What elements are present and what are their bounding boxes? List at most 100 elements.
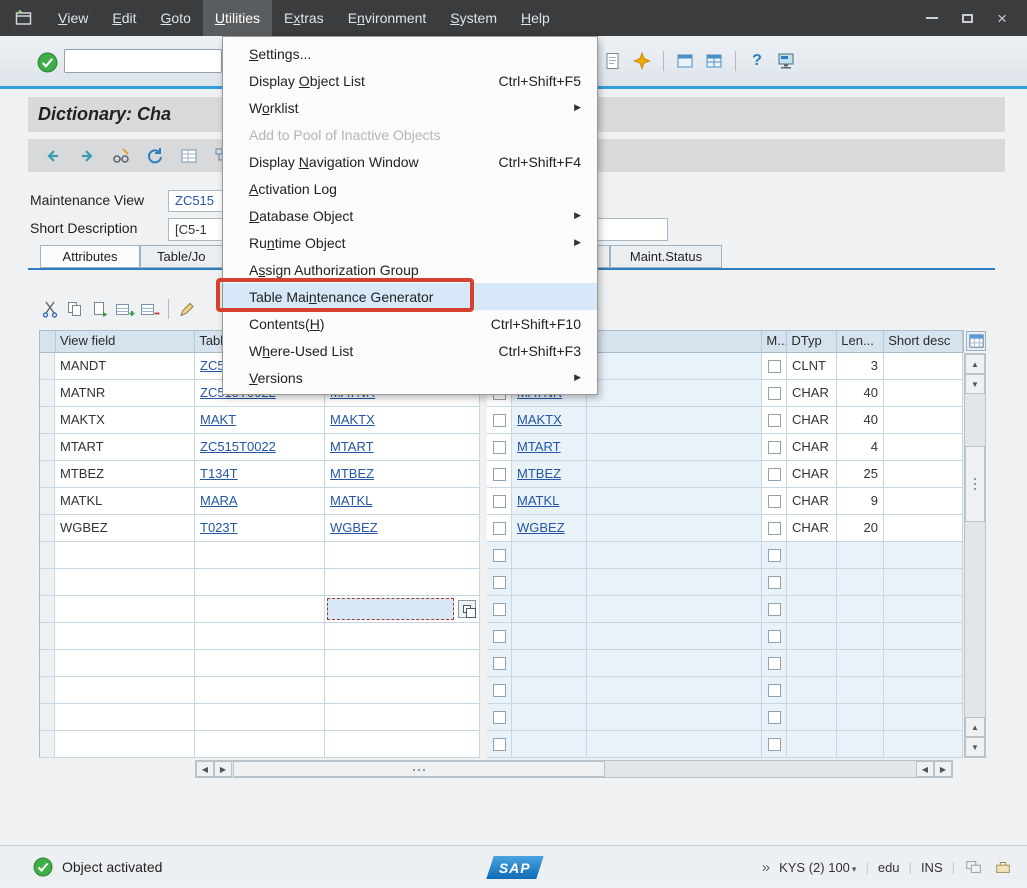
cell-table[interactable] xyxy=(195,596,325,623)
checkbox[interactable] xyxy=(767,440,781,454)
cell-key-checkbox[interactable] xyxy=(487,677,512,704)
cell-view-field[interactable] xyxy=(55,704,195,731)
delete-row-icon[interactable] xyxy=(140,299,160,319)
cell-dtyp[interactable] xyxy=(787,623,837,650)
cell-key-checkbox[interactable] xyxy=(487,650,512,677)
cell-dtyp[interactable]: CHAR xyxy=(787,434,837,461)
maximize-button[interactable] xyxy=(962,13,974,23)
cell-short-desc[interactable] xyxy=(884,542,963,569)
page-icon[interactable] xyxy=(602,50,624,72)
cell-len[interactable] xyxy=(837,569,884,596)
cell-short-desc[interactable] xyxy=(884,407,963,434)
cell-key-checkbox[interactable] xyxy=(487,434,512,461)
cell-m-checkbox[interactable] xyxy=(762,461,787,488)
table-settings-icon[interactable] xyxy=(966,331,986,351)
display-change-icon[interactable] xyxy=(110,145,132,167)
minimize-button[interactable] xyxy=(926,17,939,19)
copy-icon[interactable] xyxy=(65,299,85,319)
cell-table[interactable] xyxy=(195,542,325,569)
cell-field2[interactable]: MTBEZ xyxy=(512,461,587,488)
row-selector[interactable] xyxy=(39,407,55,434)
menu-item-versions[interactable]: Versions ▶ xyxy=(223,364,597,391)
menubar-item-help[interactable]: Help xyxy=(509,0,562,36)
row-selector[interactable] xyxy=(39,515,55,542)
cell-dtyp[interactable] xyxy=(787,569,837,596)
generate-shortcut-icon[interactable] xyxy=(631,50,653,72)
cell-table[interactable]: ZC515T0022 xyxy=(195,434,325,461)
menu-item-display-object-list[interactable]: Display Object List Ctrl+Shift+F5 xyxy=(223,67,597,94)
cell-m-checkbox[interactable] xyxy=(762,569,787,596)
row-selector[interactable] xyxy=(39,461,55,488)
menu-item-where-used-list[interactable]: Where-Used List Ctrl+Shift+F3 xyxy=(223,337,597,364)
checkbox[interactable] xyxy=(492,467,506,481)
table-link[interactable]: WGBEZ xyxy=(517,520,565,535)
menu-item-display-navigation-window[interactable]: Display Navigation Window Ctrl+Shift+F4 xyxy=(223,148,597,175)
help-icon[interactable]: ? xyxy=(746,50,768,72)
cell-field[interactable]: MATKL xyxy=(325,488,480,515)
cell-extra[interactable] xyxy=(587,515,762,542)
cell-field2[interactable] xyxy=(512,704,587,731)
cell-len[interactable]: 40 xyxy=(837,380,884,407)
scroll-down-icon[interactable]: ▼ xyxy=(965,374,985,394)
table-link[interactable]: WGBEZ xyxy=(330,520,378,535)
enter-button[interactable] xyxy=(36,51,58,73)
table-link[interactable]: MAKTX xyxy=(330,412,375,427)
cut-icon[interactable] xyxy=(40,299,60,319)
horizontal-scroll-thumb[interactable] xyxy=(233,761,605,777)
checkbox[interactable] xyxy=(492,683,506,697)
cell-m-checkbox[interactable] xyxy=(762,731,787,758)
refresh-icon[interactable] xyxy=(144,145,166,167)
menu-item-activation-log[interactable]: Activation Log xyxy=(223,175,597,202)
cell-table[interactable] xyxy=(195,569,325,596)
briefcase-icon[interactable] xyxy=(993,857,1013,877)
cell-key-checkbox[interactable] xyxy=(487,488,512,515)
horizontal-scrollbar[interactable]: ◀ ▶ ◀ ▶ xyxy=(195,760,953,778)
cell-field2[interactable]: MATKL xyxy=(512,488,587,515)
cell-view-field[interactable] xyxy=(55,569,195,596)
cell-m-checkbox[interactable] xyxy=(762,488,787,515)
cell-len[interactable]: 4 xyxy=(837,434,884,461)
cell-key-checkbox[interactable] xyxy=(487,569,512,596)
menu-item-database-object[interactable]: Database Object ▶ xyxy=(223,202,597,229)
cell-short-desc[interactable] xyxy=(884,488,963,515)
menu-item-contents-h[interactable]: Contents(H) Ctrl+Shift+F10 xyxy=(223,310,597,337)
cell-extra[interactable] xyxy=(587,596,762,623)
cell-view-field[interactable]: MANDT xyxy=(55,353,195,380)
row-selector[interactable] xyxy=(39,623,55,650)
cell-extra[interactable] xyxy=(587,434,762,461)
cell-len[interactable] xyxy=(837,542,884,569)
menu-item-table-maintenance-generator[interactable]: Table Maintenance Generator xyxy=(223,283,597,310)
cell-extra[interactable] xyxy=(587,677,762,704)
system-info[interactable]: KYS (2) 100 ▾ xyxy=(779,860,856,875)
forward-icon[interactable] xyxy=(76,145,98,167)
cell-table[interactable] xyxy=(195,623,325,650)
cell-view-field[interactable] xyxy=(55,542,195,569)
scroll-right-icon[interactable]: ▶ xyxy=(214,761,232,777)
checkbox[interactable] xyxy=(492,575,506,589)
cell-key-checkbox[interactable] xyxy=(487,623,512,650)
cell-short-desc[interactable] xyxy=(884,434,963,461)
cell-field[interactable]: MTBEZ xyxy=(325,461,480,488)
cell-field2[interactable]: MTART xyxy=(512,434,587,461)
checkbox[interactable] xyxy=(767,548,781,562)
menubar-item-goto[interactable]: Goto xyxy=(149,0,203,36)
header-extra[interactable] xyxy=(588,331,763,352)
menubar-item-view[interactable]: View xyxy=(46,0,100,36)
cell-short-desc[interactable] xyxy=(884,596,963,623)
cell-extra[interactable] xyxy=(587,353,762,380)
cell-short-desc[interactable] xyxy=(884,353,963,380)
cell-extra[interactable] xyxy=(587,731,762,758)
checkbox[interactable] xyxy=(492,737,506,751)
cell-len[interactable] xyxy=(837,650,884,677)
cell-view-field[interactable] xyxy=(55,677,195,704)
table-link[interactable]: MAKTX xyxy=(517,412,562,427)
cell-len[interactable]: 3 xyxy=(837,353,884,380)
cell-short-desc[interactable] xyxy=(884,380,963,407)
menubar-item-extras[interactable]: Ex tras xyxy=(272,0,336,36)
cell-view-field[interactable]: MAKTX xyxy=(55,407,195,434)
command-field[interactable] xyxy=(64,49,222,73)
checkbox[interactable] xyxy=(767,656,781,670)
header-len[interactable]: Len... xyxy=(837,331,885,352)
checkbox[interactable] xyxy=(767,683,781,697)
cell-field2[interactable]: WGBEZ xyxy=(512,515,587,542)
